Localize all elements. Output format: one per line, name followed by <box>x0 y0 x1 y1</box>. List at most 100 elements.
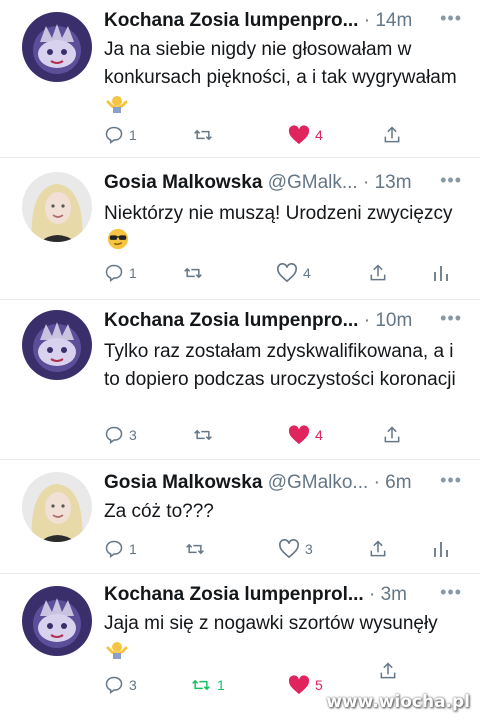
tweet-text: Niektórzy nie muszą! Urodzeni zwycięzcy <box>104 203 453 224</box>
tweet-time[interactable]: 6m <box>385 472 411 493</box>
share-icon <box>384 426 400 443</box>
heart-outline-icon <box>277 263 297 283</box>
author-name[interactable]: Kochana Zosia lumpenprol... <box>104 584 364 605</box>
retweet-icon <box>184 267 202 279</box>
analytics-icon <box>434 266 448 281</box>
separator: · <box>368 584 376 605</box>
crowned-cat-avatar-icon <box>22 12 92 82</box>
crowned-cat-avatar-icon <box>22 310 92 380</box>
reply-button[interactable]: 1 <box>104 260 137 286</box>
tweet-text-block: Jaja mi się z nogawki szortów wysunęły <box>104 610 462 669</box>
heart-outline-icon <box>279 539 299 559</box>
woman-photo-avatar-icon <box>22 472 92 542</box>
avatar[interactable] <box>22 310 92 380</box>
retweet-icon <box>186 543 204 555</box>
reply-button[interactable]: 1 <box>104 536 137 562</box>
tweet-text-block: Tylko raz zostałam zdyskwalifikowana, a … <box>104 338 462 394</box>
share-button[interactable] <box>382 422 402 448</box>
woman-photo-avatar-icon <box>22 172 92 242</box>
tweet-actions: 1 4 <box>104 122 462 148</box>
avatar[interactable] <box>22 172 92 242</box>
reply-count: 1 <box>129 541 137 557</box>
tweet-item[interactable]: Kochana Zosia lumpenpro... · 14m ••• Ja … <box>0 0 480 158</box>
reply-button[interactable]: 3 <box>104 672 137 698</box>
like-button[interactable]: 3 <box>278 536 313 562</box>
reply-icon <box>105 676 123 694</box>
share-icon <box>380 662 396 679</box>
like-count: 4 <box>315 427 323 443</box>
share-button[interactable] <box>368 260 388 286</box>
like-count: 3 <box>305 541 313 557</box>
heart-filled-icon <box>288 125 310 145</box>
tweet-item[interactable]: Gosia Malkowska @GMalko... · 6m ••• Za c… <box>0 460 480 574</box>
crowned-cat-avatar-icon <box>22 586 92 656</box>
tweet-item[interactable]: Gosia Malkowska @GMalk... · 13m ••• Niek… <box>0 158 480 300</box>
author-name[interactable]: Gosia Malkowska <box>104 472 262 493</box>
shrug-emoji-icon <box>106 94 128 123</box>
retweet-button[interactable]: 1 <box>190 672 225 698</box>
author-name[interactable]: Kochana Zosia lumpenpro... <box>104 310 358 331</box>
tweet-actions: 1 4 <box>104 260 462 286</box>
watermark: www.wiocha.pl <box>326 692 470 712</box>
like-count: 4 <box>315 127 323 143</box>
tweet-item[interactable]: Kochana Zosia lumpenpro... · 10m ••• Tyl… <box>0 300 480 460</box>
retweet-button[interactable] <box>184 536 206 562</box>
reply-count: 3 <box>129 427 137 443</box>
more-options-icon[interactable]: ••• <box>440 470 462 491</box>
more-options-icon[interactable]: ••• <box>440 308 462 329</box>
tweet-time[interactable]: 13m <box>375 172 412 193</box>
like-count: 5 <box>315 677 323 693</box>
shrug-emoji-icon <box>106 640 128 669</box>
retweet-count: 1 <box>217 677 225 693</box>
reply-button[interactable]: 3 <box>104 422 137 448</box>
reply-icon <box>105 426 123 444</box>
tweet-actions: 3 4 <box>104 422 462 448</box>
reply-button[interactable]: 1 <box>104 122 137 148</box>
reply-icon <box>105 264 123 282</box>
retweet-button[interactable] <box>192 422 214 448</box>
analytics-button[interactable] <box>432 536 450 562</box>
share-button[interactable] <box>368 536 388 562</box>
retweet-icon <box>194 129 212 141</box>
tweet-text: Tylko raz zostałam zdyskwalifikowana, a … <box>104 341 456 390</box>
share-button[interactable] <box>378 658 398 684</box>
author-name[interactable]: Gosia Malkowska <box>104 172 262 193</box>
analytics-button[interactable] <box>432 260 450 286</box>
separator: · <box>363 310 371 331</box>
tweet-time[interactable]: 10m <box>375 310 412 331</box>
share-button[interactable] <box>382 122 402 148</box>
more-options-icon[interactable]: ••• <box>440 582 462 603</box>
retweet-button[interactable] <box>192 122 214 148</box>
more-options-icon[interactable]: ••• <box>440 170 462 191</box>
avatar[interactable] <box>22 472 92 542</box>
sunglasses-emoji-icon <box>106 228 130 259</box>
retweet-button[interactable] <box>182 260 204 286</box>
heart-filled-icon <box>288 425 310 445</box>
share-icon <box>384 126 400 143</box>
more-options-icon[interactable]: ••• <box>440 8 462 29</box>
like-count: 4 <box>303 265 311 281</box>
retweet-icon <box>194 429 212 441</box>
tweet-time[interactable]: 3m <box>381 584 407 605</box>
author-name[interactable]: Kochana Zosia lumpenpro... <box>104 10 358 31</box>
author-handle[interactable]: @GMalko... <box>268 472 369 493</box>
reply-count: 3 <box>129 677 137 693</box>
tweet-text: Za cóż to??? <box>104 501 214 522</box>
tweet-text-block: Za cóż to??? <box>104 498 462 526</box>
heart-filled-icon <box>288 675 310 695</box>
like-button[interactable]: 4 <box>288 422 323 448</box>
tweet-text-block: Ja na siebie nigdy nie głosowałam w konk… <box>104 36 462 123</box>
like-button[interactable]: 4 <box>276 260 311 286</box>
like-button[interactable]: 5 <box>288 672 323 698</box>
like-button[interactable]: 4 <box>288 122 323 148</box>
reply-icon <box>105 540 123 558</box>
separator: · <box>363 10 371 31</box>
avatar[interactable] <box>22 586 92 656</box>
retweet-icon <box>192 679 210 691</box>
tweet-time[interactable]: 14m <box>375 10 412 31</box>
author-handle[interactable]: @GMalk... <box>268 172 358 193</box>
reply-icon <box>105 126 123 144</box>
tweet-text-block: Niektórzy nie muszą! Urodzeni zwycięzcy <box>104 200 462 259</box>
reply-count: 1 <box>129 127 137 143</box>
avatar[interactable] <box>22 12 92 82</box>
